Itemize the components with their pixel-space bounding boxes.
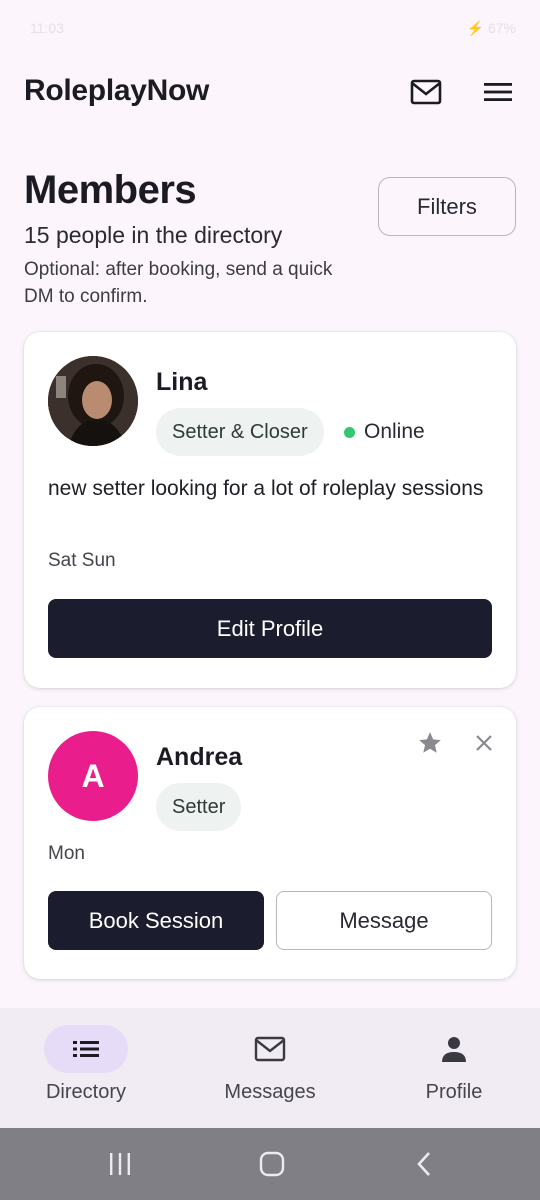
person-icon — [442, 1037, 466, 1062]
nav-label: Directory — [45, 1081, 126, 1103]
member-count: 15 people in the directory — [24, 222, 283, 248]
member-card: A Andrea Setter Mon Book Session Message — [24, 707, 516, 979]
status-bar: 11:03 ⚡ 67% — [0, 0, 540, 60]
member-name: Lina — [156, 368, 208, 396]
system-nav-bar — [0, 1128, 540, 1200]
online-dot-icon — [344, 426, 355, 438]
status-indicators: ⚡ 67% — [466, 20, 516, 36]
availability-days: Mon — [48, 843, 85, 864]
list-icon — [73, 1041, 99, 1057]
back-chevron-icon — [417, 1152, 430, 1176]
bottom-nav: Directory Messages Profile — [0, 1008, 540, 1128]
avatar — [48, 356, 138, 446]
recent-apps-icon — [110, 1153, 130, 1175]
nav-active-pill — [44, 1025, 128, 1073]
back-button[interactable] — [404, 1148, 444, 1180]
home-button[interactable] — [252, 1148, 292, 1180]
nav-item-messages[interactable]: Messages — [180, 1008, 360, 1128]
mail-icon — [254, 1036, 286, 1062]
favorite-button[interactable] — [414, 727, 446, 759]
app-title: RoleplayNow — [24, 74, 210, 107]
nav-item-directory[interactable]: Directory — [0, 1008, 180, 1128]
avatar: A — [48, 731, 138, 821]
nav-item-profile[interactable]: Profile — [364, 1008, 540, 1128]
availability-days: Sat Sun — [48, 550, 116, 571]
nav-label: Messages — [224, 1081, 316, 1103]
member-bio: new setter looking for a lot of roleplay… — [48, 477, 484, 500]
app-header: RoleplayNow — [0, 60, 540, 124]
page-title: Members — [24, 168, 197, 212]
nav-label: Profile — [425, 1081, 483, 1103]
dismiss-button[interactable] — [468, 727, 500, 759]
role-chip: Setter — [156, 783, 242, 831]
recent-apps-button[interactable] — [100, 1148, 140, 1180]
mail-icon — [410, 79, 442, 105]
hamburger-menu-icon — [484, 83, 512, 101]
profile-photo — [48, 356, 138, 446]
menu-button[interactable] — [480, 76, 516, 108]
member-card: Lina Setter & Closer Online new setter l… — [24, 332, 516, 688]
star-icon — [419, 732, 441, 753]
home-icon — [259, 1151, 285, 1177]
status-time: 11:03 — [30, 20, 64, 36]
status-label: Online — [364, 420, 425, 443]
book-session-button[interactable]: Book Session — [48, 891, 264, 950]
close-icon — [476, 735, 492, 751]
booking-note: Optional: after booking, send a quick DM… — [24, 259, 333, 307]
inbox-button[interactable] — [408, 76, 444, 108]
role-chip: Setter & Closer — [156, 408, 324, 456]
filters-button[interactable]: Filters — [378, 177, 516, 236]
edit-profile-button[interactable]: Edit Profile — [48, 599, 492, 658]
message-button[interactable]: Message — [276, 891, 492, 950]
member-name: Andrea — [156, 743, 243, 771]
online-status: Online — [344, 420, 425, 444]
